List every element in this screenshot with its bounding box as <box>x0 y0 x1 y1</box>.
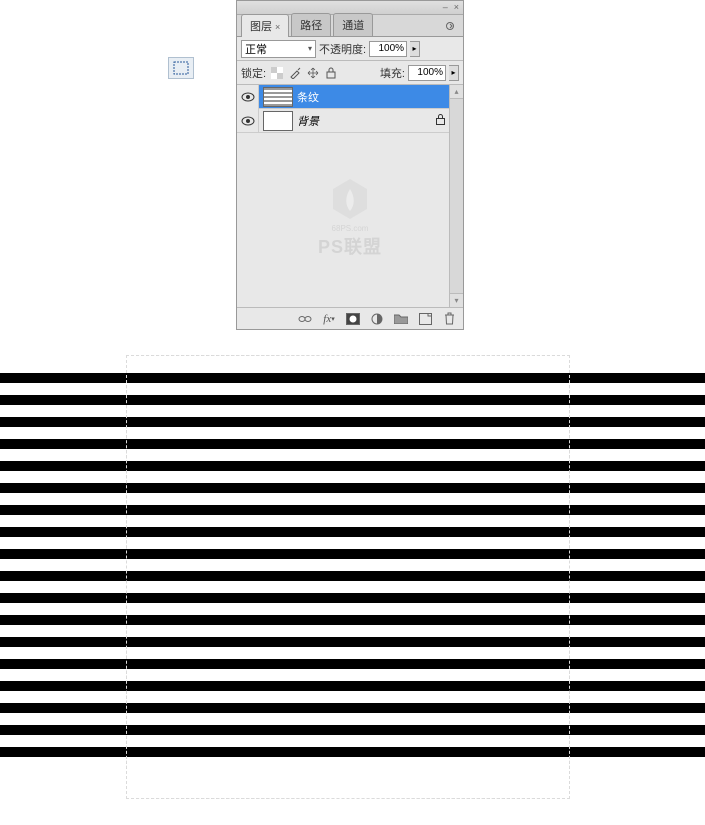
panel-footer: fx▾ <box>237 307 463 329</box>
blend-opacity-row: 正常 ▾ 不透明度: 100% ▸ <box>237 37 463 61</box>
tab-label: 图层 <box>250 21 272 33</box>
marquee-tool-button[interactable] <box>168 57 194 79</box>
layer-effects-icon[interactable]: fx▾ <box>321 311 337 327</box>
panel-menu-icon[interactable] <box>441 19 459 36</box>
lock-transparency-icon[interactable] <box>269 65 284 80</box>
lock-position-icon[interactable] <box>305 65 320 80</box>
minimize-icon[interactable]: – <box>443 3 448 12</box>
layer-lock-icon <box>436 114 445 128</box>
fill-flyout-icon[interactable]: ▸ <box>449 65 459 81</box>
new-layer-icon[interactable] <box>417 311 433 327</box>
delete-layer-icon[interactable] <box>441 311 457 327</box>
tab-paths[interactable]: 路径 <box>291 13 331 36</box>
layer-name-label: 背景 <box>297 113 319 129</box>
layer-thumbnail[interactable] <box>263 111 293 131</box>
link-layers-icon[interactable] <box>297 311 313 327</box>
layer-list: 条纹 背景 68PS.com PS联盟 ▴ ▾ <box>237 85 463 307</box>
lock-all-icon[interactable] <box>323 65 338 80</box>
lock-paint-icon[interactable] <box>287 65 302 80</box>
panel-tabs: 图层× 路径 通道 <box>237 15 463 37</box>
layer-row-background[interactable]: 背景 <box>237 109 463 133</box>
scrollbar[interactable]: ▴ ▾ <box>449 85 463 307</box>
blend-mode-select[interactable]: 正常 ▾ <box>241 40 316 58</box>
lock-buttons <box>269 65 338 80</box>
tab-layers[interactable]: 图层× <box>241 14 289 37</box>
chevron-down-icon: ▾ <box>308 44 312 53</box>
scroll-down-icon[interactable]: ▾ <box>450 293 463 307</box>
close-icon[interactable]: × <box>454 3 459 12</box>
opacity-flyout-icon[interactable]: ▸ <box>410 41 420 57</box>
layer-mask-icon[interactable] <box>345 311 361 327</box>
visibility-eye-icon[interactable] <box>237 109 259 133</box>
lock-label: 锁定: <box>241 65 266 81</box>
lock-fill-row: 锁定: 填充: 100% ▸ <box>237 61 463 85</box>
scroll-up-icon[interactable]: ▴ <box>450 85 463 99</box>
layer-name-label: 条纹 <box>297 89 319 105</box>
layer-thumbnail[interactable] <box>263 87 293 107</box>
layers-panel: – × 图层× 路径 通道 正常 ▾ 不透明度: 100% ▸ 锁定: <box>236 0 464 330</box>
adjustment-layer-icon[interactable] <box>369 311 385 327</box>
opacity-input[interactable]: 100% <box>369 41 407 57</box>
visibility-eye-icon[interactable] <box>237 85 259 109</box>
tab-close-icon[interactable]: × <box>275 22 280 32</box>
stripes-pattern <box>0 373 705 769</box>
opacity-label: 不透明度: <box>319 41 366 57</box>
tab-channels[interactable]: 通道 <box>333 13 373 36</box>
group-icon[interactable] <box>393 311 409 327</box>
canvas[interactable] <box>0 373 705 791</box>
blend-mode-value: 正常 <box>245 41 267 57</box>
fill-label: 填充: <box>380 65 405 81</box>
watermark: 68PS.com PS联盟 <box>318 177 382 259</box>
fill-input[interactable]: 100% <box>408 65 446 81</box>
layer-row-stripes[interactable]: 条纹 <box>237 85 463 109</box>
